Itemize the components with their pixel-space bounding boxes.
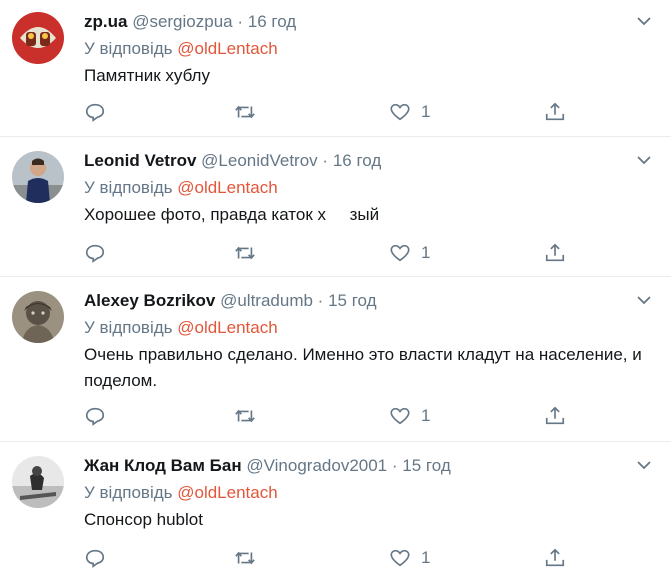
display-name[interactable]: Alexey Bozrikov: [84, 291, 215, 310]
mention-link[interactable]: @oldLentach: [177, 39, 277, 58]
retweet-icon: [235, 409, 255, 423]
reply-icon: [85, 244, 105, 263]
retweet-button[interactable]: [234, 241, 256, 265]
tweet-header: zp.ua @sergiozpua · 16 год: [84, 11, 657, 33]
share-icon: [545, 548, 565, 567]
separator-dot: ·: [317, 291, 324, 310]
retweet-button[interactable]: [234, 546, 256, 570]
action-bar: 1: [84, 241, 566, 265]
avatar[interactable]: [12, 12, 64, 64]
share-icon: [545, 102, 565, 121]
user-handle[interactable]: @ultradumb: [220, 291, 313, 310]
heart-icon: [390, 549, 410, 567]
separator-dot: ·: [237, 12, 244, 31]
user-handle[interactable]: @Vinogradov2001: [246, 456, 387, 475]
tweet-header: Жан Клод Вам Бан @Vinogradov2001 · 15 го…: [84, 455, 657, 477]
action-bar: 1: [84, 546, 566, 570]
action-bar: 1: [84, 100, 566, 124]
avatar[interactable]: [12, 291, 64, 343]
share-button[interactable]: [544, 241, 566, 265]
timestamp[interactable]: 16 год: [248, 12, 296, 31]
reply-context: У відповідь @oldLentach: [84, 38, 657, 60]
tweet[interactable]: zp.ua @sergiozpua · 16 год У відповідь @…: [0, 0, 671, 137]
mention-link[interactable]: @oldLentach: [177, 483, 277, 502]
separator-dot: ·: [391, 456, 398, 475]
timestamp[interactable]: 15 год: [402, 456, 450, 475]
retweet-icon: [235, 105, 255, 119]
reply-icon: [85, 407, 105, 426]
heart-icon: [390, 407, 410, 425]
tweet-text: Памятник хублу: [84, 66, 210, 85]
like-button[interactable]: 1: [389, 546, 430, 570]
reply-icon: [85, 549, 105, 568]
retweet-icon: [235, 551, 255, 565]
like-count: 1: [421, 406, 431, 425]
tweet-text: Очень правильно сделано. Именно это влас…: [84, 345, 642, 390]
share-icon: [545, 243, 565, 262]
mention-link[interactable]: @oldLentach: [177, 178, 277, 197]
like-button[interactable]: 1: [389, 404, 430, 428]
chevron-down-icon[interactable]: [635, 291, 653, 309]
tweet[interactable]: Жан Клод Вам Бан @Vinogradov2001 · 15 го…: [0, 442, 671, 582]
reply-context: У відповідь @oldLentach: [84, 177, 657, 199]
tweet[interactable]: Leonid Vetrov @LeonidVetrov · 16 год У в…: [0, 137, 671, 277]
reply-button[interactable]: [84, 404, 106, 428]
reply-prefix: У відповідь: [84, 483, 173, 502]
timestamp[interactable]: 15 год: [328, 291, 376, 310]
tweet-text: Хорошее фото, правда каток х зый: [84, 205, 380, 224]
display-name[interactable]: Leonid Vetrov: [84, 151, 196, 170]
chevron-down-icon[interactable]: [635, 151, 653, 169]
like-button[interactable]: 1: [389, 241, 430, 265]
avatar[interactable]: [12, 151, 64, 203]
display-name[interactable]: zp.ua: [84, 12, 127, 31]
share-icon: [545, 406, 565, 425]
reply-icon: [85, 103, 105, 122]
timestamp[interactable]: 16 год: [333, 151, 381, 170]
reply-prefix: У відповідь: [84, 178, 173, 197]
user-handle[interactable]: @LeonidVetrov: [201, 151, 318, 170]
heart-icon: [390, 244, 410, 262]
reply-context: У відповідь @oldLentach: [84, 482, 657, 504]
chevron-down-icon[interactable]: [635, 12, 653, 30]
tweet-header: Alexey Bozrikov @ultradumb · 15 год: [84, 290, 657, 312]
mention-link[interactable]: @oldLentach: [177, 318, 277, 337]
tweet[interactable]: Alexey Bozrikov @ultradumb · 15 год У ві…: [0, 277, 671, 442]
retweet-icon: [235, 246, 255, 260]
tweet-text: Спонсор hublot: [84, 510, 203, 529]
separator-dot: ·: [322, 151, 329, 170]
share-button[interactable]: [544, 100, 566, 124]
display-name[interactable]: Жан Клод Вам Бан: [84, 456, 242, 475]
tweet-header: Leonid Vetrov @LeonidVetrov · 16 год: [84, 150, 657, 172]
reply-context: У відповідь @oldLentach: [84, 317, 657, 339]
action-bar: 1: [84, 404, 566, 428]
reply-prefix: У відповідь: [84, 318, 173, 337]
retweet-button[interactable]: [234, 404, 256, 428]
like-count: 1: [421, 548, 431, 567]
user-handle[interactable]: @sergiozpua: [132, 12, 232, 31]
reply-button[interactable]: [84, 546, 106, 570]
retweet-button[interactable]: [234, 100, 256, 124]
reply-button[interactable]: [84, 241, 106, 265]
avatar[interactable]: [12, 456, 64, 508]
share-button[interactable]: [544, 404, 566, 428]
heart-icon: [390, 103, 410, 121]
like-count: 1: [421, 102, 431, 121]
reply-prefix: У відповідь: [84, 39, 173, 58]
share-button[interactable]: [544, 546, 566, 570]
like-button[interactable]: 1: [389, 100, 430, 124]
like-count: 1: [421, 243, 431, 262]
reply-button[interactable]: [84, 100, 106, 124]
chevron-down-icon[interactable]: [635, 456, 653, 474]
